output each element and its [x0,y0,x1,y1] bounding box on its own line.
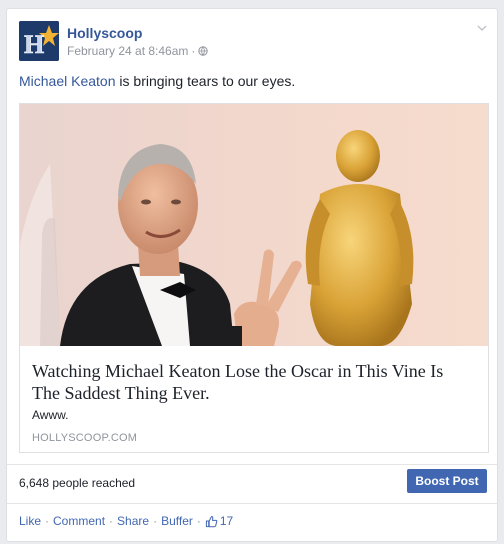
globe-icon[interactable] [198,46,209,56]
post-text-body: is bringing tears to our eyes. [115,73,296,89]
page-name[interactable]: Hollyscoop [67,25,142,41]
action-separator: · [45,514,50,528]
attachment-title[interactable]: Watching Michael Keaton Lose the Oscar i… [32,360,472,404]
post-timestamp[interactable]: February 24 at 8:46am [67,44,188,58]
attachment-domain: HOLLYSCOOP.COM [32,432,138,444]
divider [7,464,497,465]
chevron-down-icon[interactable] [477,23,487,33]
share-link[interactable]: Share [117,514,149,528]
buffer-link[interactable]: Buffer [161,514,193,528]
svg-text:H: H [24,30,44,59]
action-separator: · [153,514,158,528]
post-meta: February 24 at 8:46am · [67,44,209,58]
post-actions: Like · Comment · Share · Buffer · 17 [19,514,233,528]
hollyscoop-logo: H [19,21,59,61]
attachment-description: Awww. [32,408,69,422]
tagged-person-link[interactable]: Michael Keaton [19,73,116,89]
post-text: Michael Keaton is bringing tears to our … [19,73,295,89]
action-separator: · [196,514,201,528]
page-avatar[interactable]: H [19,21,59,61]
like-link[interactable]: Like [19,514,41,528]
oscar-photo-image [20,104,488,346]
attachment-photo[interactable] [20,104,488,346]
link-attachment[interactable]: Watching Michael Keaton Lose the Oscar i… [19,103,489,453]
divider [7,503,497,504]
like-count-value: 17 [219,514,234,528]
people-reached[interactable]: 6,648 people reached [19,476,135,490]
comment-link[interactable]: Comment [53,514,105,528]
action-separator: · [109,514,114,528]
like-count[interactable]: 17 [205,514,233,528]
meta-separator: · [191,44,196,58]
thumbs-up-icon [205,515,218,527]
post-card: H Hollyscoop February 24 at 8:46am · Mic… [6,8,498,542]
boost-post-button[interactable]: Boost Post [407,469,487,493]
